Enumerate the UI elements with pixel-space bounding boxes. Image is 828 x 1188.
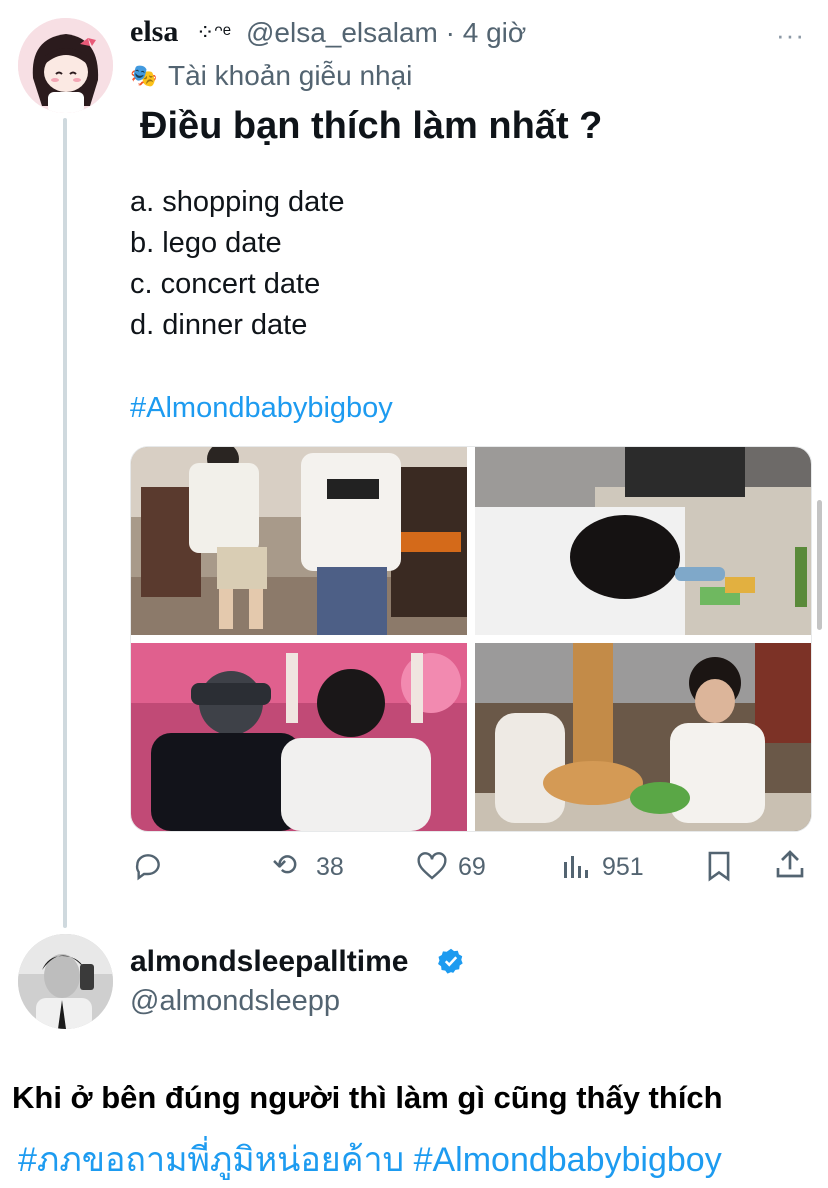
name-decoration: ⁘ᵔᵉ [196, 20, 231, 45]
hashtag-link[interactable]: #Almondbabybigboy [130, 392, 393, 425]
reply-handle[interactable]: @almondsleepp [130, 985, 340, 1018]
question-text: Điều bạn thích làm nhất ? [140, 105, 603, 147]
reply-caption: Khi ở bên đúng người thì làm gì cũng thấ… [12, 1080, 723, 1115]
quoted-display-name[interactable]: elsa [130, 15, 178, 49]
option-c: c. concert date [130, 268, 321, 300]
like-count: 69 [458, 853, 486, 881]
views-chart-icon[interactable] [562, 852, 590, 885]
quoted-handle-line[interactable]: @elsa_elsalam · 4 giờ [246, 17, 526, 49]
option-a: a. shopping date [130, 186, 345, 218]
thread-line [63, 118, 67, 928]
heart-icon[interactable] [416, 851, 448, 886]
retweet-count: 38 [316, 853, 344, 881]
view-count: 951 [602, 853, 644, 881]
reply-display-name[interactable]: almondsleepalltime [130, 945, 408, 979]
reply-hashtags[interactable]: #ภภขอถามพี่ภูมิหน่อยค้าบ #Almondbabybigb… [18, 1132, 722, 1186]
parody-label: Tài khoản giễu nhại [168, 60, 413, 91]
option-b: b. lego date [130, 227, 282, 259]
verified-badge-icon [437, 947, 465, 980]
media-grid [130, 446, 812, 832]
photo-dinner[interactable] [475, 643, 811, 831]
scrollbar[interactable] [817, 500, 822, 630]
bookmark-icon[interactable] [706, 850, 732, 887]
photo-concert[interactable] [131, 643, 467, 831]
share-icon[interactable] [774, 848, 806, 885]
tweet-time[interactable]: 4 giờ [463, 17, 527, 48]
option-d: d. dinner date [130, 309, 308, 341]
retweet-icon[interactable]: ⟲ [272, 848, 297, 883]
almond-avatar[interactable] [18, 934, 113, 1029]
quoted-handle[interactable]: @elsa_elsalam [246, 17, 438, 48]
separator-dot: · [445, 17, 455, 48]
elsa-avatar[interactable] [18, 18, 113, 113]
photo-shopping[interactable] [131, 447, 467, 635]
photo-lego[interactable] [475, 447, 811, 635]
parody-mask-icon: 🎭 [130, 63, 158, 88]
more-dots-icon[interactable]: ··· [776, 20, 805, 51]
reply-icon[interactable] [132, 850, 164, 887]
